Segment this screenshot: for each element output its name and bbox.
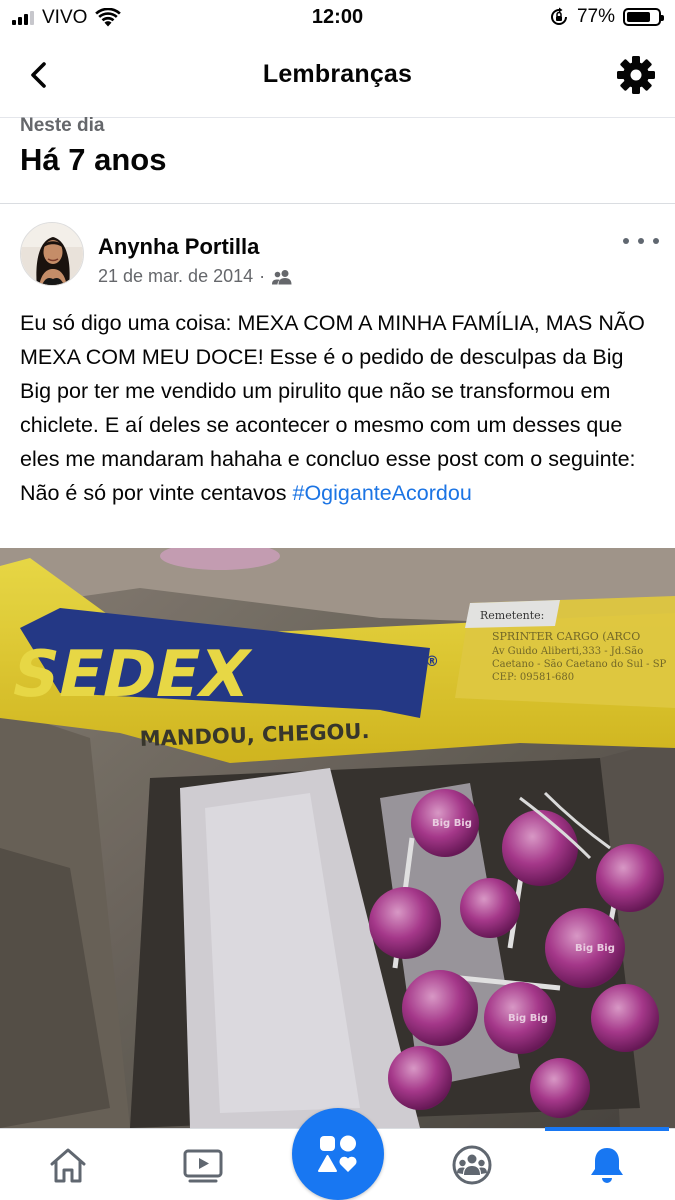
groups-icon bbox=[452, 1145, 492, 1185]
friends-icon bbox=[272, 269, 292, 284]
avatar[interactable] bbox=[20, 222, 84, 286]
post-text: Eu só digo uma coisa: MEXA COM A MINHA F… bbox=[20, 306, 660, 510]
orientation-lock-icon bbox=[550, 7, 567, 25]
active-tab-indicator bbox=[545, 1127, 669, 1131]
post-body: Eu só digo uma coisa: MEXA COM A MINHA F… bbox=[20, 311, 645, 505]
tab-groups[interactable] bbox=[427, 1129, 517, 1200]
video-icon bbox=[183, 1149, 223, 1183]
tab-watch[interactable] bbox=[158, 1129, 248, 1200]
tab-menu[interactable] bbox=[292, 1108, 384, 1200]
status-right: 77% bbox=[549, 6, 664, 28]
avatar-image bbox=[21, 223, 83, 285]
settings-button[interactable] bbox=[615, 54, 657, 96]
battery-percent: 77% bbox=[576, 6, 615, 27]
gear-icon bbox=[617, 56, 655, 94]
meta-separator: · bbox=[259, 266, 266, 286]
bell-icon bbox=[591, 1148, 623, 1183]
page-title: Lembranças bbox=[262, 60, 413, 88]
shapes-icon bbox=[318, 1135, 357, 1172]
battery-icon bbox=[623, 8, 664, 26]
tab-notifications[interactable] bbox=[545, 1127, 669, 1200]
post-date[interactable]: 21 de mar. de 2014 bbox=[98, 266, 253, 287]
author-name[interactable]: Anynha Portilla bbox=[98, 234, 259, 260]
home-icon bbox=[50, 1148, 86, 1183]
memory-subtitle: Neste dia bbox=[20, 115, 105, 136]
hashtag-link[interactable]: #OgiganteAcordou bbox=[293, 481, 472, 505]
memory-title: Há 7 anos bbox=[20, 142, 167, 177]
top-nav: Lembranças bbox=[0, 36, 675, 118]
tab-home[interactable] bbox=[23, 1129, 113, 1200]
post-meta: 21 de mar. de 2014 · bbox=[98, 266, 293, 287]
post-photo[interactable]: Big Big Big Big Big Big SEDEX ® MANDOU, … bbox=[0, 548, 675, 1128]
post-options-button[interactable] bbox=[623, 234, 659, 248]
photo-image: Big Big Big Big Big Big SEDEX ® MANDOU, … bbox=[0, 548, 675, 1128]
post-header: Anynha Portilla 21 de mar. de 2014 · bbox=[0, 204, 675, 296]
memory-header: Neste dia Há 7 anos bbox=[0, 115, 675, 204]
status-bar: VIVO 12:00 77% bbox=[0, 0, 675, 36]
